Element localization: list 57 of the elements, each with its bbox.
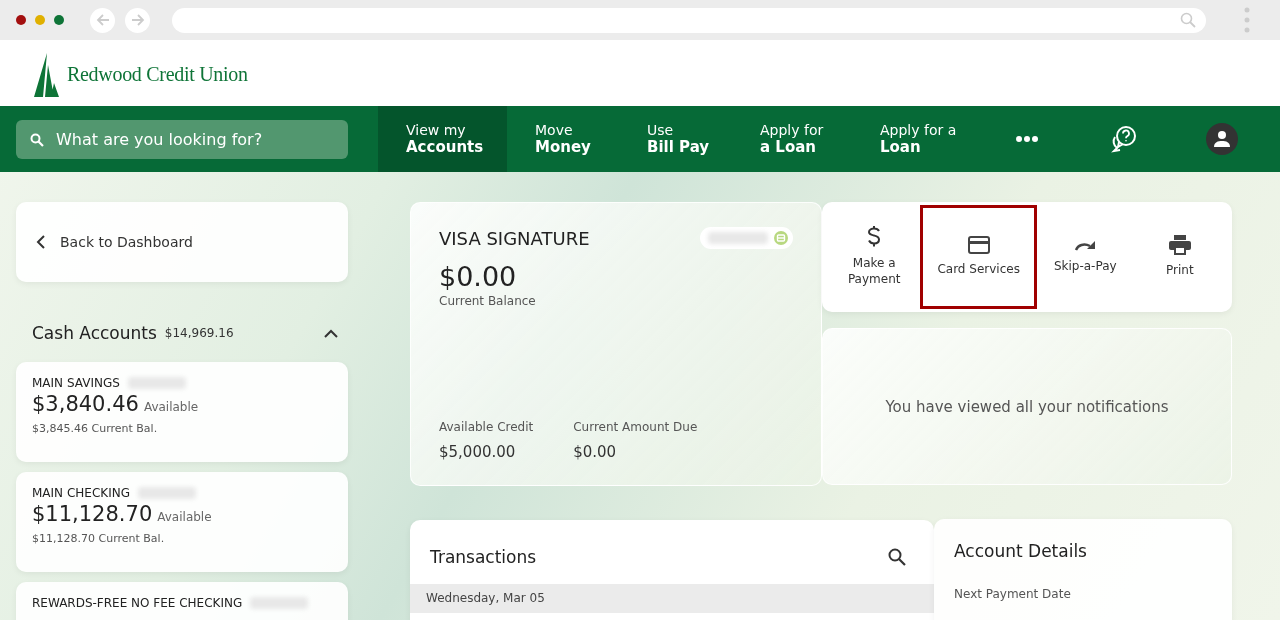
stat-value: $5,000.00 (439, 443, 517, 461)
redo-arrow-icon (1074, 239, 1097, 252)
account-name: MAIN SAVINGS (32, 376, 120, 390)
forward-arrow-icon (129, 12, 146, 28)
stat-value: $0.00 (573, 443, 618, 461)
search-icon (30, 132, 44, 147)
search-field[interactable]: What are you looking for? (16, 119, 348, 159)
panel-title: Account Details (954, 541, 1088, 561)
notification-message: You have viewed all your notifications (885, 397, 1169, 416)
credit-card-icon (967, 236, 990, 255)
account-name: REWARDS-FREE NO FEE CHECKING (32, 596, 243, 610)
balance-label: Current Balance (439, 294, 537, 308)
action-button[interactable]: Card Services (920, 205, 1037, 309)
action-button[interactable]: Make a Payment (828, 205, 921, 309)
profile-avatar-icon[interactable] (1206, 123, 1239, 155)
help-chat-icon[interactable] (1110, 125, 1139, 153)
back-link[interactable]: Back to Dashboard (36, 234, 193, 250)
current-balance: $3,845.46 Current Bal. (32, 422, 159, 435)
account-card[interactable]: REWARDS-FREE NO FEE CHECKING (16, 582, 348, 620)
window-maximize-dot[interactable] (54, 15, 64, 25)
nav-tab[interactable]: Apply for a Loan (732, 106, 852, 172)
stat-label: Current Amount Due (573, 420, 698, 434)
more-icon[interactable] (1016, 136, 1039, 142)
nav-tab[interactable]: Use Bill Pay (619, 106, 732, 172)
available-label: Available (157, 510, 212, 524)
dollar-icon (867, 226, 882, 249)
panel-title: Transactions (430, 547, 537, 567)
account-name: MAIN CHECKING (32, 486, 130, 500)
nav-tab[interactable]: Move Money (507, 106, 619, 172)
action-button[interactable]: Print (1133, 205, 1226, 309)
search-icon[interactable] (888, 548, 906, 566)
tree-logo-icon (34, 53, 62, 97)
available-label: Available (143, 400, 199, 414)
available-amount: $11,128.70 (32, 502, 153, 526)
account-card[interactable]: MAIN SAVINGS $3,840.46 Available $3,845.46 Current Bal. (16, 362, 348, 462)
account-card[interactable]: MAIN CHECKING $11,128.70 Available $11,128.70 Current Bal. (16, 472, 348, 572)
chevron-left-icon (36, 235, 46, 249)
current-balance: $11,128.70 Current Bal. (32, 532, 166, 545)
action-button[interactable]: Skip-a-Pay (1036, 205, 1134, 309)
printer-icon (1168, 235, 1191, 256)
stat-label: Available Credit (439, 420, 534, 434)
group-title: Cash Accounts (32, 323, 157, 343)
logo-text: Redwood Credit Union (67, 63, 248, 86)
balance-amount: $0.00 (439, 261, 518, 292)
date-header: Wednesday, Mar 05 (410, 584, 934, 613)
chevron-icon[interactable] (324, 328, 338, 338)
available-amount: $3,840.46 (32, 392, 139, 416)
group-total: $14,969.16 (164, 326, 234, 340)
nav-tab[interactable]: Apply for a Loan (852, 106, 985, 172)
card-title: VISA SIGNATURE (439, 227, 590, 249)
detail-label: Next Payment Date (954, 587, 1072, 601)
back-arrow-icon (94, 12, 111, 28)
window-minimize-dot[interactable] (35, 15, 45, 25)
copy-badge-icon (774, 231, 788, 245)
nav-tab[interactable]: View my Accounts (378, 106, 507, 172)
search-icon (1180, 12, 1196, 28)
window-close-dot[interactable] (16, 15, 26, 25)
